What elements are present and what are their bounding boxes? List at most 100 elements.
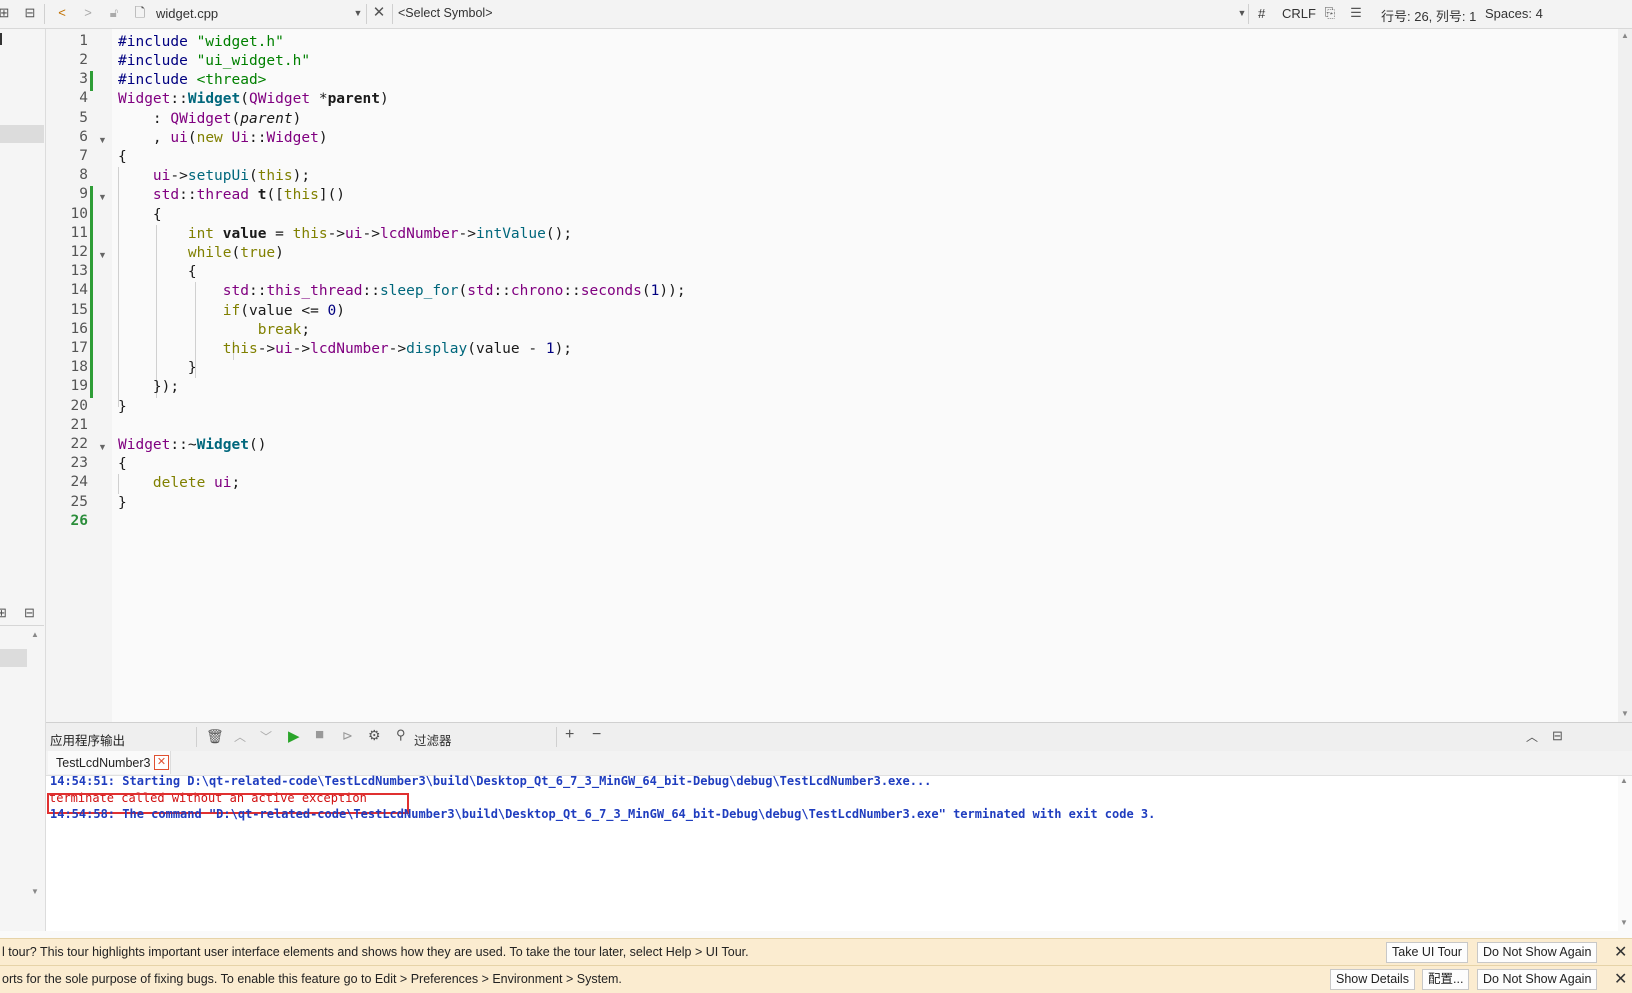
run-icon[interactable]: ▶ <box>288 727 300 745</box>
ui-tour-message: l tour? This tour highlights important u… <box>2 945 749 959</box>
line-ending-selector[interactable]: CRLF <box>1282 6 1316 21</box>
code-line: #include <thread> <box>118 72 267 88</box>
code-line: break; <box>257 322 311 338</box>
code-line: ui->setupUi(this); <box>152 168 311 184</box>
close-infobar-icon[interactable]: ✕ <box>1614 969 1627 989</box>
scroll-down-icon[interactable]: ▼ <box>1620 918 1628 927</box>
filter-search-icon: ⚲ <box>396 727 406 742</box>
tab-testlcdnumber3[interactable]: TestLcdNumber3 ✕ <box>48 751 171 774</box>
file-dropdown-icon[interactable]: ▼ <box>350 5 366 21</box>
code-line: : QWidget(parent) <box>118 111 302 127</box>
line-number: 22 <box>70 436 88 452</box>
close-pane-icon[interactable]: ⊟ <box>1552 728 1563 744</box>
selected-row[interactable] <box>0 649 27 667</box>
change-marker <box>90 71 93 91</box>
line-number: 1 <box>79 33 88 49</box>
code-line: while(true) <box>187 245 284 261</box>
line-number: 3 <box>79 71 88 87</box>
line-number: 7 <box>79 148 88 164</box>
fold-arrow-icon[interactable]: ▼ <box>98 192 107 202</box>
previous-item-icon[interactable]: ︿ <box>234 728 246 745</box>
line-number: 10 <box>70 206 88 222</box>
application-output[interactable]: 14:54:51: Starting D:\qt-related-code\Te… <box>46 774 1628 931</box>
split-icon[interactable]: ⊞ <box>0 5 12 21</box>
file-icon: 🗋︎ <box>134 5 146 20</box>
current-line-number: 26 <box>70 513 88 529</box>
symbol-selector[interactable]: <Select Symbol> <box>398 6 493 20</box>
line-number: 19 <box>70 378 88 394</box>
zoom-out-icon[interactable]: − <box>592 726 601 744</box>
configure-button[interactable]: 配置... <box>1422 969 1470 990</box>
separator <box>1248 4 1249 24</box>
code-line: { <box>118 456 127 472</box>
cursor-position[interactable]: 行号: 26, 列号: 1 <box>1381 6 1476 25</box>
do-not-show-again-button[interactable]: Do Not Show Again <box>1477 942 1598 963</box>
line-number: 17 <box>70 340 88 356</box>
fold-arrow-icon[interactable]: ▼ <box>98 442 107 452</box>
line-number: 12 <box>70 244 88 260</box>
code-line: #include "widget.h" <box>118 34 284 50</box>
line-number: 8 <box>79 167 88 183</box>
output-tabs: TestLcdNumber3 ✕ <box>46 751 1632 776</box>
line-number-gutter: 1 2 3 4 5 6 7 8 9 10 11 12 13 14 15 16 1… <box>46 29 112 722</box>
filter-input[interactable]: 过滤器 <box>414 730 452 749</box>
close-tab-icon[interactable]: ✕ <box>154 755 169 770</box>
change-marker <box>90 186 93 398</box>
code-line: if(value <= 0) <box>222 303 346 319</box>
code-line: this->ui->lcdNumber->display(value - 1); <box>222 341 573 357</box>
maximize-pane-icon[interactable]: ︿ <box>1526 728 1538 745</box>
line-number: 4 <box>79 90 88 106</box>
code-line: int value = this->ui->lcdNumber->intValu… <box>187 226 573 242</box>
attach-debugger-icon[interactable]: ⊳ <box>342 728 353 744</box>
editor-toolbar: ⊞ ⊟ < > 🔓︎ 🗋︎ widget.cpp ▼ ✕ <Select Sym… <box>0 0 1632 29</box>
next-item-icon[interactable]: ﹀ <box>260 728 272 745</box>
zoom-in-icon[interactable]: + <box>565 726 574 744</box>
close-split-icon[interactable]: ⊟ <box>22 5 38 21</box>
code-line: #include "ui_widget.h" <box>118 53 311 69</box>
settings-gear-icon[interactable]: ⚙ <box>368 727 381 744</box>
show-details-button[interactable]: Show Details <box>1330 969 1415 990</box>
line-number: 20 <box>70 398 88 414</box>
close-infobar-icon[interactable]: ✕ <box>1614 942 1627 962</box>
document-settings-icon[interactable]: ☰ <box>1348 5 1364 21</box>
line-number: 24 <box>70 474 88 490</box>
clear-output-icon[interactable]: 🗑︎ <box>206 728 224 745</box>
fold-arrow-icon[interactable]: ▼ <box>98 135 107 145</box>
back-arrow-icon[interactable]: < <box>54 5 70 21</box>
stop-icon[interactable]: ■ <box>315 726 324 743</box>
output-line: 14:54:58: The command "D:\qt-related-cod… <box>50 807 1156 821</box>
code-line: Widget::~Widget() <box>118 437 267 453</box>
scroll-up-icon[interactable]: ▲ <box>1620 776 1628 785</box>
line-number: 16 <box>70 321 88 337</box>
line-number: 6 <box>79 129 88 145</box>
code-editor[interactable]: #include "widget.h" #include "ui_widget.… <box>118 29 1618 722</box>
file-name[interactable]: widget.cpp <box>156 6 218 21</box>
close-document-icon[interactable]: ✕ <box>371 5 387 21</box>
code-line: { <box>118 149 127 165</box>
code-line: std::thread t([this]() <box>152 187 346 203</box>
line-number: 2 <box>79 52 88 68</box>
scroll-down-icon[interactable]: ▼ <box>31 887 39 896</box>
selected-row[interactable] <box>0 125 44 143</box>
split-icon[interactable]: ⊞ <box>0 605 7 621</box>
scroll-up-icon[interactable]: ▲ <box>1621 31 1629 40</box>
scroll-up-icon[interactable]: ▲ <box>31 630 39 639</box>
ui-tour-infobar: l tour? This tour highlights important u… <box>0 938 1632 966</box>
fold-arrow-icon[interactable]: ▼ <box>98 250 107 260</box>
indentation-selector[interactable]: Spaces: 4 <box>1485 6 1543 21</box>
scroll-down-icon[interactable]: ▼ <box>1621 709 1629 718</box>
forward-arrow-icon[interactable]: > <box>80 5 96 21</box>
line-number: 18 <box>70 359 88 375</box>
take-ui-tour-button[interactable]: Take UI Tour <box>1386 942 1468 963</box>
panel-marker <box>0 33 2 45</box>
code-line: Widget::Widget(QWidget *parent) <box>118 91 389 107</box>
line-number: 14 <box>70 282 88 298</box>
lock-icon[interactable]: 🔓︎ <box>106 5 122 21</box>
do-not-show-again-button[interactable]: Do Not Show Again <box>1477 969 1598 990</box>
close-split-icon[interactable]: ⊟ <box>24 605 35 621</box>
encoding-icon[interactable]: ⎘ <box>1322 5 1338 21</box>
code-line: delete ui; <box>152 475 241 491</box>
editor-scrollbar[interactable]: ▲ ▼ <box>1618 29 1632 722</box>
separator <box>556 727 557 747</box>
hash-button[interactable]: # <box>1258 6 1265 21</box>
